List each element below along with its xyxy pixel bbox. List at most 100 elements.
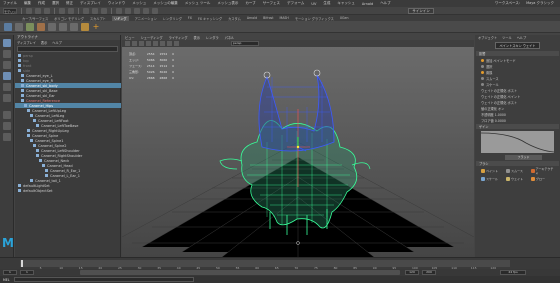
open-scene-icon[interactable]: [35, 7, 41, 14]
lights-icon[interactable]: [153, 41, 158, 46]
menu-item-0[interactable]: ファイル: [3, 1, 17, 6]
tool-settings-tab[interactable]: ヘルプ: [517, 35, 527, 40]
ipr-render-icon[interactable]: [152, 7, 158, 14]
shelf-tab-12[interactable]: モーション グラフィックス: [295, 16, 334, 21]
current-time-marker[interactable]: [21, 260, 23, 267]
scale-tool-icon[interactable]: [3, 94, 11, 102]
brush-swatch[interactable]: ウェイト: [506, 176, 529, 182]
menu-item-13[interactable]: デフォーム: [287, 1, 304, 6]
menu-item-9[interactable]: メッシュ ツール: [185, 1, 211, 6]
time-slider[interactable]: 5 10 15 20 25 30 35 40 45 50 55 60 65 70 75 80 85 90 95 100…: [0, 257, 560, 270]
brush-swatch[interactable]: ペイント: [481, 168, 504, 174]
menu-item-17[interactable]: Arnold: [362, 2, 373, 6]
shelf-tab-13[interactable]: XGen: [340, 16, 349, 20]
out-frame-field[interactable]: 120: [405, 270, 419, 275]
menu-item-12[interactable]: サーフェス: [263, 1, 280, 6]
camera-icon[interactable]: [125, 41, 130, 46]
shelf-tab-3[interactable]: リギング: [111, 15, 129, 21]
fps-dropdown[interactable]: 24 fps: [500, 270, 526, 275]
brush-swatch[interactable]: アーキテクチャ: [531, 167, 554, 175]
flood-button[interactable]: フラッド: [505, 155, 542, 160]
save-scene-icon[interactable]: [44, 7, 50, 14]
gain-curve-editor[interactable]: [480, 131, 555, 153]
render-icon[interactable]: [143, 7, 149, 14]
move-tool-icon[interactable]: [3, 72, 11, 80]
shelf-tab-6[interactable]: FX: [188, 16, 192, 20]
list-item[interactable]: defaultObjectSet: [15, 188, 121, 193]
radio-button[interactable]: [481, 64, 484, 68]
start-frame-field[interactable]: 1: [3, 270, 17, 275]
camera-selector[interactable]: persp: [231, 41, 259, 46]
layout-single-icon[interactable]: [3, 111, 11, 119]
shelf-tab-1[interactable]: ポリゴン モデリング: [54, 16, 84, 21]
undo-icon[interactable]: [59, 7, 65, 14]
radio-button[interactable]: [481, 58, 484, 62]
menu-item-15[interactable]: 生成: [323, 1, 330, 6]
snap-grid-icon[interactable]: [116, 7, 122, 14]
shelf-tab-9[interactable]: Arnold: [247, 16, 257, 20]
shelf-tab-0[interactable]: カーブ/サーフェス: [22, 16, 48, 21]
smooth-shade-icon[interactable]: [139, 41, 144, 46]
bind-skin-icon[interactable]: [26, 22, 34, 31]
lasso-tool-icon[interactable]: [3, 50, 11, 58]
shelf-tab-7[interactable]: FX キャッシング: [198, 16, 222, 21]
snap-point-icon[interactable]: [134, 7, 140, 14]
shelf-tab-10[interactable]: Bifrost: [263, 16, 273, 20]
brush-section-header[interactable]: ブラシ: [476, 161, 559, 166]
textured-icon[interactable]: [146, 41, 151, 46]
gain-section-header[interactable]: ゲイン: [476, 124, 559, 129]
shelf-tab-2[interactable]: スカルプト: [90, 16, 106, 21]
section-header[interactable]: 影響: [476, 51, 559, 56]
range-bar[interactable]: [80, 270, 400, 275]
viewport-panel[interactable]: ビュー シェーディング ライティング 表示 レンダラ パネル persp 頂点:…: [122, 35, 474, 257]
shelf-tab-5[interactable]: レンダリング: [163, 16, 182, 21]
shadows-icon[interactable]: [160, 41, 165, 46]
menu-item-3[interactable]: 選択: [52, 1, 59, 6]
add-plus-icon[interactable]: +: [92, 22, 100, 31]
radio-button[interactable]: [481, 70, 484, 74]
layout-outliner-icon[interactable]: [3, 133, 11, 141]
end-frame-field[interactable]: 200: [422, 270, 436, 275]
layout-four-icon[interactable]: [3, 122, 11, 130]
menu-item-11[interactable]: カーブ: [245, 1, 255, 6]
sign-in-button[interactable]: サインイン: [408, 8, 434, 14]
radio-button[interactable]: [481, 82, 484, 86]
menu-item-16[interactable]: キャッシュ: [337, 1, 355, 6]
outliner-menu-item[interactable]: ディスプレイ: [17, 40, 36, 45]
menu-item-8[interactable]: メッシュの編集: [153, 1, 178, 6]
tool-name-field[interactable]: ペイントスキン ウェイト: [495, 42, 540, 49]
menu-item-7[interactable]: メッシュ: [132, 1, 146, 6]
menu-item-4[interactable]: 修正: [66, 1, 73, 6]
constraint-icon[interactable]: [81, 22, 89, 31]
menu-item-1[interactable]: 編集: [24, 1, 31, 6]
menu-item-2[interactable]: 作成: [38, 1, 45, 6]
viewport-menu-item[interactable]: シェーディング: [141, 35, 163, 40]
ik-handle-icon[interactable]: [15, 22, 23, 31]
viewport-menu-item[interactable]: パネル: [225, 35, 235, 40]
radio-button[interactable]: [481, 76, 484, 80]
isolate-icon[interactable]: [174, 41, 179, 46]
outliner-menu-item[interactable]: ヘルプ: [52, 40, 62, 45]
viewport-menu-item[interactable]: ライティング: [169, 35, 188, 40]
setting-row[interactable]: フロア値 0.0000: [475, 117, 560, 123]
paint-weights-icon[interactable]: [37, 22, 45, 31]
menu-item-10[interactable]: メッシュ表示: [217, 1, 238, 6]
snap-curve-icon[interactable]: [125, 7, 131, 14]
select-object-icon[interactable]: [92, 7, 98, 14]
menu-set-dropdown[interactable]: モデリング: [3, 7, 17, 19]
cluster-icon[interactable]: [48, 22, 56, 31]
blend-shape-icon[interactable]: [70, 22, 78, 31]
viewport-menu-item[interactable]: 表示: [194, 35, 200, 40]
menu-item-14[interactable]: UV: [311, 2, 316, 6]
lattice-icon[interactable]: [59, 22, 67, 31]
rotate-tool-icon[interactable]: [3, 83, 11, 91]
joint-tool-icon[interactable]: [4, 22, 12, 31]
menu-item-18[interactable]: ヘルプ: [380, 1, 391, 6]
workspace-value[interactable]: Maya クラシック: [526, 1, 554, 6]
menu-item-5[interactable]: ディスプレイ: [80, 1, 101, 6]
select-tool-icon[interactable]: [3, 39, 11, 47]
select-component-icon[interactable]: [101, 7, 107, 14]
brush-swatch[interactable]: グロー: [531, 176, 554, 182]
wireframe-icon[interactable]: [132, 41, 137, 46]
shelf-tab-4[interactable]: アニメーション: [135, 16, 157, 21]
